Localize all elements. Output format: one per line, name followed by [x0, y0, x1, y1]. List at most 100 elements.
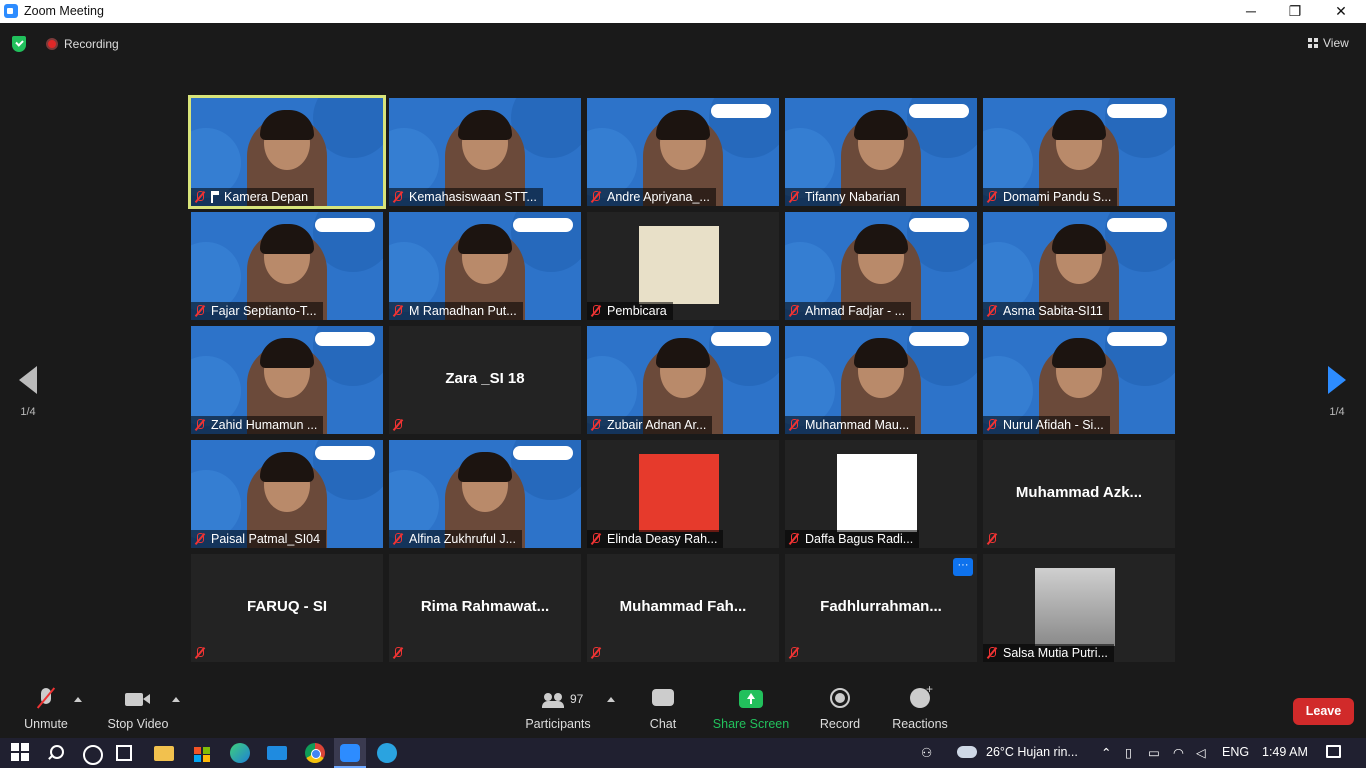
- participant-tile[interactable]: Rima Rahmawat...: [389, 554, 581, 662]
- participant-name: Kemahasiswaan STT...: [409, 190, 537, 204]
- cortana-icon[interactable]: [81, 743, 103, 765]
- file-explorer-icon[interactable]: [154, 746, 174, 761]
- previous-page-button[interactable]: 1/4: [13, 366, 43, 422]
- participant-tile[interactable]: FARUQ - SI: [191, 554, 383, 662]
- participant-tile[interactable]: Kemahasiswaan STT...: [389, 98, 581, 206]
- chat-label: Chat: [649, 717, 677, 731]
- participant-tile[interactable]: Muhammad Fah...: [587, 554, 779, 662]
- participant-tile[interactable]: Alfina Zukhruful J...: [389, 440, 581, 548]
- reactions-button[interactable]: Reactions: [890, 682, 950, 738]
- edge-browser-icon[interactable]: [230, 743, 250, 763]
- participant-display-name: Muhammad Azk...: [1015, 484, 1143, 501]
- participant-display-name: Zara _SI 18: [445, 370, 525, 387]
- participant-tile[interactable]: Nurul Afidah - Si...: [983, 326, 1175, 434]
- telegram-icon[interactable]: [377, 743, 397, 763]
- video-options-caret-icon[interactable]: [172, 697, 180, 702]
- participant-tile[interactable]: Tifanny Nabarian: [785, 98, 977, 206]
- participant-tile[interactable]: Asma Sabita-SI11: [983, 212, 1175, 320]
- maximize-button[interactable]: ❐: [1272, 0, 1318, 23]
- participant-tile[interactable]: Paisal Patmal_SI04: [191, 440, 383, 548]
- participant-tile[interactable]: Pembicara: [587, 212, 779, 320]
- share-screen-button[interactable]: Share Screen: [712, 683, 790, 738]
- notification-center-icon[interactable]: [1326, 745, 1341, 758]
- participant-name-label: [785, 644, 811, 662]
- task-view-icon[interactable]: [116, 745, 132, 761]
- participant-name-label: Muhammad Mau...: [785, 416, 916, 434]
- participant-tile[interactable]: Zubair Adnan Ar...: [587, 326, 779, 434]
- participant-tile[interactable]: Domami Pandu S...: [983, 98, 1175, 206]
- recording-label[interactable]: Recording: [64, 37, 119, 51]
- participant-name: Tifanny Nabarian: [805, 190, 900, 204]
- store-icon[interactable]: [192, 743, 212, 763]
- virtual-background-logo: [1107, 332, 1167, 346]
- participant-tile[interactable]: Kamera Depan: [188, 95, 386, 209]
- participant-name: Andre Apriyana_...: [607, 190, 710, 204]
- chat-button[interactable]: Chat: [638, 683, 688, 738]
- participants-button[interactable]: 97 Participants: [524, 683, 592, 738]
- security-shield-icon[interactable]: [12, 36, 26, 52]
- microphone-muted-icon: [393, 305, 403, 317]
- microphone-muted-icon: [393, 647, 403, 659]
- battery-icon[interactable]: ▭: [1148, 745, 1160, 760]
- minimize-button[interactable]: ─: [1228, 0, 1274, 23]
- participant-name-label: M Ramadhan Put...: [389, 302, 523, 320]
- participant-name-label: [983, 530, 1009, 548]
- participant-tile[interactable]: Elinda Deasy Rah...: [587, 440, 779, 548]
- participant-tile[interactable]: Fajar Septianto-T...: [191, 212, 383, 320]
- microphone-muted-icon: [591, 647, 601, 659]
- participant-display-name: Muhammad Fah...: [619, 598, 747, 615]
- participants-options-caret-icon[interactable]: [607, 697, 615, 702]
- view-button[interactable]: View: [1304, 31, 1356, 55]
- participant-tile[interactable]: Zara _SI 18: [389, 326, 581, 434]
- mail-icon[interactable]: [267, 746, 287, 760]
- chevron-up-icon[interactable]: ⌃: [1101, 745, 1111, 760]
- participant-video-hair: [656, 338, 710, 368]
- search-icon[interactable]: [46, 743, 66, 763]
- participant-tile[interactable]: Salsa Mutia Putri...: [983, 554, 1175, 662]
- leave-button[interactable]: Leave: [1293, 698, 1354, 725]
- participant-count: 97: [570, 692, 584, 706]
- participant-name: Muhammad Mau...: [805, 418, 910, 432]
- participant-video-hair: [854, 224, 908, 254]
- view-label: View: [1323, 36, 1349, 50]
- virtual-background-logo: [315, 332, 375, 346]
- wifi-icon[interactable]: ◠: [1173, 745, 1184, 760]
- participant-name: Paisal Patmal_SI04: [211, 532, 321, 546]
- next-page-button[interactable]: 1/4: [1322, 366, 1352, 422]
- participant-tile[interactable]: Fadhlurrahman... ···: [785, 554, 977, 662]
- participant-name-label: Alfina Zukhruful J...: [389, 530, 522, 548]
- participant-name-label: Paisal Patmal_SI04: [191, 530, 327, 548]
- microphone-muted-icon: [591, 305, 601, 317]
- virtual-background-logo: [1107, 218, 1167, 232]
- participant-name: Zahid Humamun ...: [211, 418, 318, 432]
- participant-tile[interactable]: Ahmad Fadjar - ...: [785, 212, 977, 320]
- participant-tile[interactable]: Zahid Humamun ...: [191, 326, 383, 434]
- language-indicator[interactable]: ENG: [1222, 745, 1249, 759]
- audio-options-caret-icon[interactable]: [74, 697, 82, 702]
- participant-name-label: Nurul Afidah - Si...: [983, 416, 1110, 434]
- participant-tile[interactable]: M Ramadhan Put...: [389, 212, 581, 320]
- stop-video-button[interactable]: Stop Video: [104, 683, 172, 738]
- chrome-icon[interactable]: [305, 743, 325, 763]
- more-options-button[interactable]: ···: [953, 558, 973, 576]
- participant-name-label: Tifanny Nabarian: [785, 188, 906, 206]
- microphone-muted-icon: [393, 419, 403, 431]
- participant-name-label: Domami Pandu S...: [983, 188, 1118, 206]
- participant-tile[interactable]: Daffa Bagus Radi...: [785, 440, 977, 548]
- virtual-background-logo: [1107, 104, 1167, 118]
- volume-icon[interactable]: ◁: [1196, 745, 1206, 760]
- network-icon[interactable]: ▯: [1125, 745, 1132, 760]
- close-button[interactable]: ✕: [1318, 0, 1364, 23]
- participant-tile[interactable]: Muhammad Azk...: [983, 440, 1175, 548]
- unmute-button[interactable]: Unmute: [16, 683, 76, 738]
- record-button[interactable]: Record: [814, 683, 866, 738]
- weather-text[interactable]: 26°C Hujan rin...: [986, 745, 1078, 759]
- participant-tile[interactable]: Andre Apriyana_...: [587, 98, 779, 206]
- microphone-muted-icon: [789, 533, 799, 545]
- clock[interactable]: 1:49 AM: [1262, 745, 1308, 759]
- participant-name: Kamera Depan: [224, 190, 309, 204]
- windows-start-icon[interactable]: [11, 743, 31, 763]
- participant-name-label: [587, 644, 613, 662]
- people-icon[interactable]: ⚇: [921, 745, 932, 760]
- participant-tile[interactable]: Muhammad Mau...: [785, 326, 977, 434]
